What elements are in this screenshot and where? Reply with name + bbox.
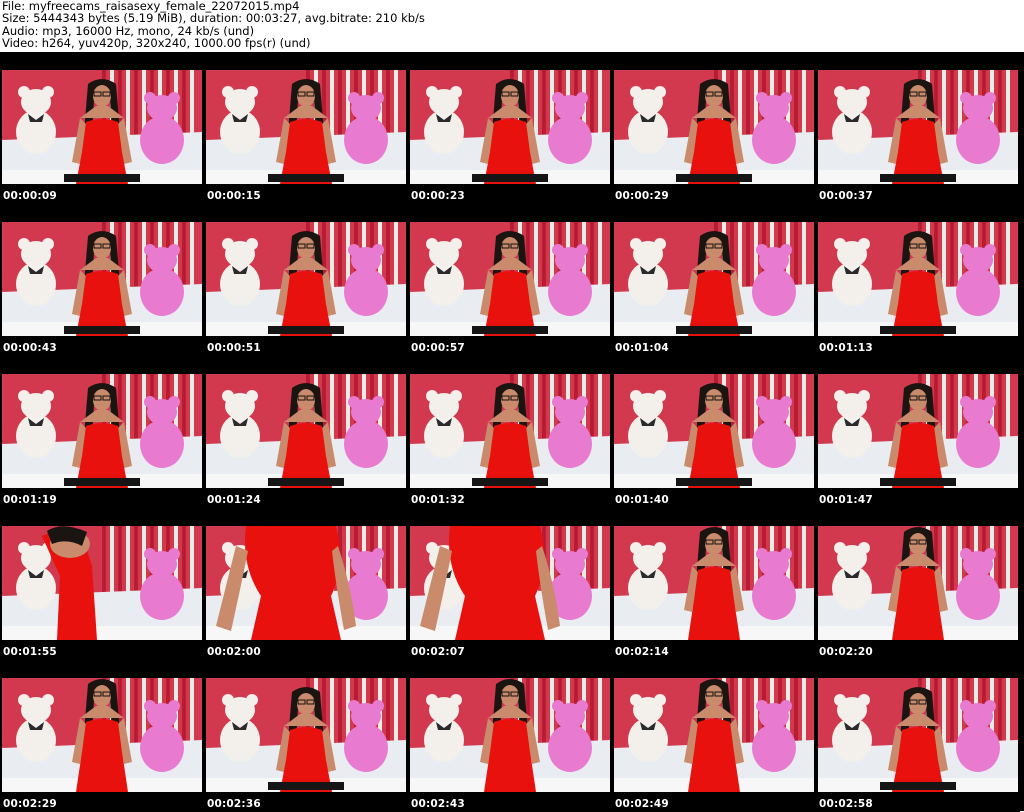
timestamp-label: 00:00:43 — [3, 342, 57, 354]
timestamp-label: 00:01:47 — [819, 494, 873, 506]
timestamp-label: 00:01:04 — [615, 342, 669, 354]
timestamp-label: 00:00:57 — [411, 342, 465, 354]
thumbnail-image — [818, 526, 1018, 640]
timestamp-label: 00:02:14 — [615, 646, 669, 658]
timestamp-label: 00:02:07 — [411, 646, 465, 658]
timestamp-label: 00:02:58 — [819, 798, 873, 810]
timestamp-label: 00:02:29 — [3, 798, 57, 810]
thumbnail-cell: 00:01:24 — [204, 356, 408, 508]
thumbnail-cell: 00:02:43 — [408, 660, 612, 812]
timestamp-label: 00:00:09 — [3, 190, 57, 202]
thumbnail-cell: 00:00:23 — [408, 52, 612, 204]
thumbnail-image — [818, 222, 1018, 336]
timestamp-label: 00:01:19 — [3, 494, 57, 506]
timestamp-label: 00:01:40 — [615, 494, 669, 506]
timestamp-label: 00:01:55 — [3, 646, 57, 658]
thumbnail-image — [614, 678, 814, 792]
thumbnail-image — [818, 678, 1018, 792]
timestamp-label: 00:00:51 — [207, 342, 261, 354]
thumbnail-image — [206, 374, 406, 488]
thumbnail-image — [818, 374, 1018, 488]
thumbnail-image — [614, 374, 814, 488]
thumbnail-image — [2, 222, 202, 336]
thumbnail-cell: 00:02:20 — [816, 508, 1020, 660]
thumbnail-cell: 00:02:49 — [612, 660, 816, 812]
thumbnail-grid: 00:00:09 00:00:15 00:00:23 00:00:29 00:00:37… — [0, 52, 1024, 812]
thumbnail-cell: 00:00:15 — [204, 52, 408, 204]
timestamp-label: 00:00:37 — [819, 190, 873, 202]
timestamp-label: 00:02:20 — [819, 646, 873, 658]
thumbnail-cell: 00:00:51 — [204, 204, 408, 356]
thumbnail-image — [410, 70, 610, 184]
video-info-header: File: myfreecams_raisasexy_female_220720… — [2, 0, 1022, 52]
timestamp-label: 00:02:43 — [411, 798, 465, 810]
thumbnail-image — [410, 222, 610, 336]
thumbnail-cell: 00:02:00 — [204, 508, 408, 660]
contact-sheet: File: myfreecams_raisasexy_female_220720… — [0, 0, 1024, 812]
thumbnail-cell: 00:00:57 — [408, 204, 612, 356]
timestamp-label: 00:02:00 — [207, 646, 261, 658]
timestamp-label: 00:00:15 — [207, 190, 261, 202]
thumbnail-image — [818, 70, 1018, 184]
thumbnail-image — [410, 526, 610, 640]
thumbnail-cell: 00:02:07 — [408, 508, 612, 660]
video-line: Video: h264, yuv420p, 320x240, 1000.00 f… — [2, 36, 311, 51]
thumbnail-cell: 00:02:29 — [0, 660, 204, 812]
size-line: Size: 5444343 bytes (5.19 MiB), duration… — [2, 11, 425, 26]
thumbnail-cell: 00:00:09 — [0, 52, 204, 204]
timestamp-label: 00:01:24 — [207, 494, 261, 506]
timestamp-label: 00:00:23 — [411, 190, 465, 202]
thumbnail-image — [2, 678, 202, 792]
thumbnail-cell: 00:01:32 — [408, 356, 612, 508]
timestamp-label: 00:02:36 — [207, 798, 261, 810]
timestamp-label: 00:02:49 — [615, 798, 669, 810]
thumbnail-image — [206, 70, 406, 184]
timestamp-label: 00:00:29 — [615, 190, 669, 202]
thumbnail-image — [410, 374, 610, 488]
thumbnail-image — [614, 526, 814, 640]
thumbnail-image — [2, 526, 202, 640]
thumbnail-cell: 00:01:13 — [816, 204, 1020, 356]
thumbnail-cell: 00:00:43 — [0, 204, 204, 356]
thumbnail-cell: 00:01:19 — [0, 356, 204, 508]
thumbnail-cell: 00:00:37 — [816, 52, 1020, 204]
thumbnail-image — [614, 70, 814, 184]
thumbnail-cell: 00:01:40 — [612, 356, 816, 508]
thumbnail-cell: 00:02:36 — [204, 660, 408, 812]
thumbnail-image — [206, 222, 406, 336]
thumbnail-cell: 00:02:58 — [816, 660, 1020, 812]
thumbnail-image — [2, 70, 202, 184]
thumbnail-image — [2, 374, 202, 488]
thumbnail-cell: 00:02:14 — [612, 508, 816, 660]
thumbnail-image — [206, 678, 406, 792]
thumbnail-cell: 00:01:55 — [0, 508, 204, 660]
thumbnail-cell: 00:00:29 — [612, 52, 816, 204]
thumbnail-image — [614, 222, 814, 336]
thumbnail-image — [206, 526, 406, 640]
timestamp-label: 00:01:32 — [411, 494, 465, 506]
thumbnail-cell: 00:01:04 — [612, 204, 816, 356]
thumbnail-image — [410, 678, 610, 792]
timestamp-label: 00:01:13 — [819, 342, 873, 354]
thumbnail-cell: 00:01:47 — [816, 356, 1020, 508]
